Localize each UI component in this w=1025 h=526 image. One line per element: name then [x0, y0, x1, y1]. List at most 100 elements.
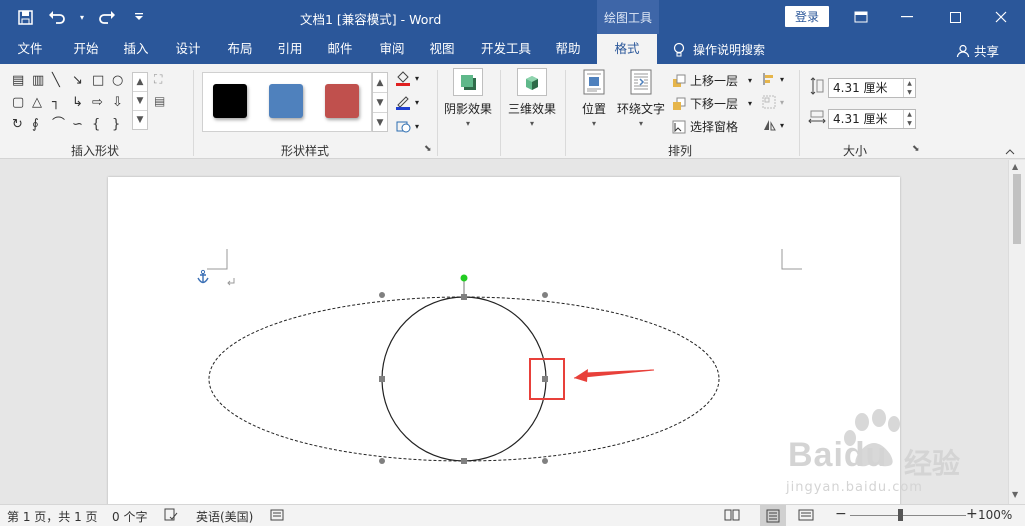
right-brace-icon[interactable]: } — [112, 118, 120, 132]
shape-effects-button[interactable]: ▾ — [395, 118, 419, 134]
zoom-level[interactable]: 100% — [978, 508, 1012, 522]
tab-view[interactable]: 视图 — [420, 34, 464, 64]
triangle-shape-icon[interactable]: △ — [32, 96, 42, 110]
undo-icon[interactable] — [46, 6, 68, 28]
shapes-gallery[interactable]: ▤ ▥ ╲ ↘ □ ○ ▢ △ ┐ ↳ ⇨ ⇩ ↻ ∮ ⌒ ∽ { } — [10, 72, 150, 136]
circle-shape[interactable] — [381, 296, 547, 462]
macro-record-icon[interactable] — [270, 508, 284, 525]
resize-handle-top-left[interactable] — [379, 292, 385, 298]
zoom-out-button[interactable]: − — [835, 506, 847, 522]
position-button[interactable]: 位置 ▾ — [576, 68, 612, 128]
anchor-icon[interactable] — [197, 269, 209, 284]
tab-insert[interactable]: 插入 — [114, 34, 158, 64]
send-backward-button[interactable]: 下移一层 ▾ — [672, 95, 752, 112]
gallery-more-icon[interactable]: ▼ — [373, 113, 387, 133]
chevron-down-icon[interactable]: ▼ — [373, 93, 387, 113]
tab-review[interactable]: 审阅 — [370, 34, 414, 64]
scroll-down-icon[interactable]: ▼ — [1012, 490, 1018, 499]
maximize-icon[interactable] — [932, 0, 978, 34]
tab-home[interactable]: 开始 — [62, 34, 110, 64]
rotate-button[interactable]: ▾ — [762, 118, 784, 132]
dashed-ellipse-shape[interactable] — [208, 296, 720, 462]
shape-styles-scroll[interactable]: ▲ ▼ ▼ — [372, 72, 388, 132]
shadow-effects-button[interactable]: 阴影效果 ▾ — [440, 68, 496, 128]
zoom-slider-track[interactable] — [850, 515, 966, 516]
freeform-shape-icon[interactable]: ↻ — [12, 118, 23, 132]
gallery-more-icon[interactable]: ▼ — [133, 111, 147, 130]
zoom-slider-thumb[interactable] — [898, 509, 903, 521]
selection-pane-button[interactable]: 选择窗格 — [672, 118, 738, 135]
resize-handle-right[interactable] — [542, 376, 548, 382]
undo-dropdown-icon[interactable]: ▾ — [78, 6, 86, 28]
resize-handle-bottom-left[interactable] — [379, 458, 385, 464]
tab-layout[interactable]: 布局 — [218, 34, 262, 64]
vertical-textbox-icon[interactable]: ▥ — [32, 74, 44, 88]
tab-file[interactable]: 文件 — [8, 34, 52, 64]
print-layout-icon[interactable] — [760, 505, 786, 526]
edit-shape-icon[interactable]: ⛶ — [154, 72, 162, 87]
minimize-icon[interactable] — [884, 0, 930, 34]
scribble-shape-icon[interactable]: ∮ — [32, 118, 39, 132]
customize-qat-icon[interactable] — [128, 6, 150, 28]
arc-shape-icon[interactable]: ⌒ — [52, 118, 65, 132]
dialog-launcher-icon[interactable]: ⬊ — [912, 144, 920, 154]
chevron-up-icon[interactable]: ▲ — [133, 73, 147, 92]
resize-handle-top[interactable] — [461, 294, 467, 300]
share-button[interactable]: 共享 — [956, 41, 999, 60]
shape-height-input[interactable]: 4.31 厘米 ▲ ▼ — [828, 78, 916, 98]
arrow-line-shape-icon[interactable]: ↘ — [72, 74, 83, 88]
page-count-status[interactable]: 第 1 页，共 1 页 — [7, 508, 98, 525]
tab-developer[interactable]: 开发工具 — [472, 34, 540, 64]
resize-handle-bottom-right[interactable] — [542, 458, 548, 464]
tab-help[interactable]: 帮助 — [546, 34, 590, 64]
chevron-up-icon[interactable]: ▲ — [373, 73, 387, 93]
bring-forward-button[interactable]: 上移一层 ▾ — [672, 72, 752, 89]
rounded-rect-shape-icon[interactable]: ▢ — [12, 96, 24, 110]
left-brace-icon[interactable]: { — [92, 118, 100, 132]
chevron-down-icon[interactable]: ▼ — [133, 92, 147, 111]
shape-styles-gallery[interactable] — [202, 72, 372, 132]
shapes-gallery-scroll[interactable]: ▲ ▼ ▼ — [132, 72, 148, 130]
align-button[interactable]: ▾ — [762, 72, 784, 86]
elbow-connector-icon[interactable]: ┐ — [52, 96, 60, 110]
language-status[interactable]: 英语(美国) — [196, 508, 253, 525]
3d-effects-button[interactable]: 三维效果 ▾ — [504, 68, 560, 128]
down-arrow-shape-icon[interactable]: ⇩ — [112, 96, 123, 110]
line-shape-icon[interactable]: ╲ — [52, 74, 60, 88]
group-objects-button[interactable]: ▾ — [762, 95, 784, 109]
tab-design[interactable]: 设计 — [166, 34, 210, 64]
save-icon[interactable] — [14, 6, 36, 28]
vertical-scrollbar[interactable]: ▲ ▼ — [1008, 160, 1025, 504]
oval-shape-icon[interactable]: ○ — [112, 74, 123, 88]
scrollbar-thumb[interactable] — [1013, 174, 1021, 244]
draw-textbox-icon[interactable]: ▤ — [154, 94, 165, 108]
resize-handle-left[interactable] — [379, 376, 385, 382]
curve-shape-icon[interactable]: ∽ — [72, 118, 83, 132]
right-arrow-shape-icon[interactable]: ⇨ — [92, 96, 103, 110]
document-page[interactable] — [108, 177, 900, 504]
tab-mailings[interactable]: 邮件 — [318, 34, 362, 64]
redo-icon[interactable] — [96, 6, 118, 28]
collapse-ribbon-icon[interactable] — [1005, 145, 1015, 158]
height-spinner[interactable]: ▲ ▼ — [903, 79, 915, 97]
read-mode-icon[interactable] — [724, 508, 740, 525]
zoom-in-button[interactable]: + — [966, 506, 978, 522]
shape-width-input[interactable]: 4.31 厘米 ▲ ▼ — [828, 109, 916, 129]
dialog-launcher-icon[interactable]: ⬊ — [424, 144, 432, 154]
rectangle-shape-icon[interactable]: □ — [92, 74, 104, 88]
proofing-icon[interactable] — [164, 508, 178, 525]
width-spinner[interactable]: ▲ ▼ — [903, 110, 915, 128]
scroll-up-icon[interactable]: ▲ — [1012, 162, 1018, 171]
ribbon-display-options-icon[interactable] — [838, 0, 884, 34]
style-swatch-black[interactable] — [213, 84, 247, 118]
style-swatch-blue[interactable] — [269, 84, 303, 118]
resize-handle-bottom[interactable] — [461, 458, 467, 464]
tell-me-search[interactable]: 操作说明搜索 — [673, 41, 765, 58]
shape-outline-button[interactable]: ▾ — [395, 94, 419, 110]
elbow-arrow-connector-icon[interactable]: ↳ — [72, 96, 83, 110]
textbox-icon[interactable]: ▤ — [12, 74, 24, 88]
shape-fill-button[interactable]: ▾ — [395, 70, 419, 86]
wrap-text-button[interactable]: 环绕文字 ▾ — [614, 68, 668, 128]
style-swatch-red[interactable] — [325, 84, 359, 118]
resize-handle-top-right[interactable] — [542, 292, 548, 298]
